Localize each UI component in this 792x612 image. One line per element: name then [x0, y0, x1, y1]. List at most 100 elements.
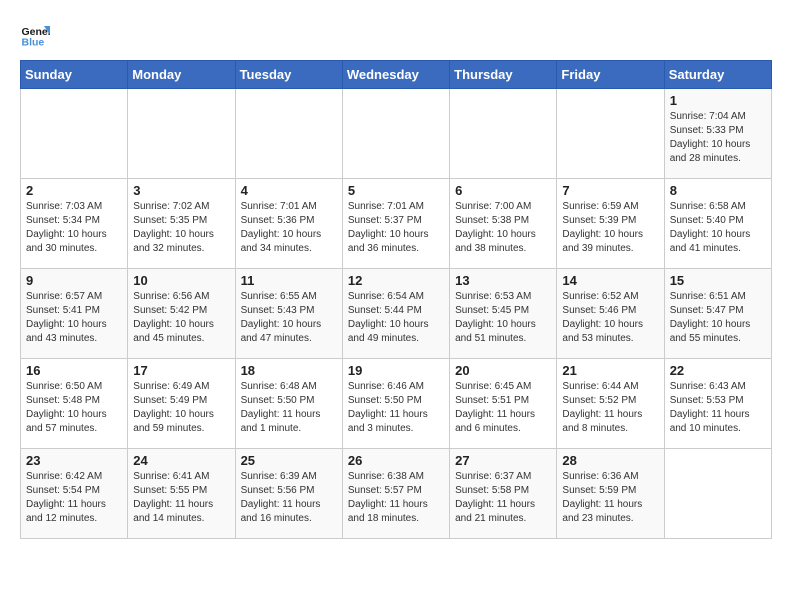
cell-details: Sunrise: 7:01 AM Sunset: 5:36 PM Dayligh…	[241, 200, 337, 256]
day-number: 13	[455, 273, 551, 288]
calendar-cell	[557, 89, 664, 179]
day-number: 3	[133, 183, 229, 198]
calendar-cell: 16 Sunrise: 6:50 AM Sunset: 5:48 PM Dayli…	[21, 359, 128, 449]
calendar-cell: 17 Sunrise: 6:49 AM Sunset: 5:49 PM Dayli…	[128, 359, 235, 449]
week-row-2: 2 Sunrise: 7:03 AM Sunset: 5:34 PM Daylig…	[21, 179, 772, 269]
calendar-cell: 15 Sunrise: 6:51 AM Sunset: 5:47 PM Dayli…	[664, 269, 771, 359]
calendar-cell: 21 Sunrise: 6:44 AM Sunset: 5:52 PM Dayli…	[557, 359, 664, 449]
cell-details: Sunrise: 6:48 AM Sunset: 5:50 PM Dayligh…	[241, 380, 337, 436]
cell-details: Sunrise: 6:52 AM Sunset: 5:46 PM Dayligh…	[562, 290, 658, 346]
day-number: 28	[562, 453, 658, 468]
cell-details: Sunrise: 6:55 AM Sunset: 5:43 PM Dayligh…	[241, 290, 337, 346]
cell-details: Sunrise: 7:01 AM Sunset: 5:37 PM Dayligh…	[348, 200, 444, 256]
calendar-cell	[342, 89, 449, 179]
cell-details: Sunrise: 6:49 AM Sunset: 5:49 PM Dayligh…	[133, 380, 229, 436]
cell-details: Sunrise: 6:41 AM Sunset: 5:55 PM Dayligh…	[133, 470, 229, 526]
calendar-cell: 11 Sunrise: 6:55 AM Sunset: 5:43 PM Dayli…	[235, 269, 342, 359]
calendar-cell: 18 Sunrise: 6:48 AM Sunset: 5:50 PM Dayli…	[235, 359, 342, 449]
cell-details: Sunrise: 6:59 AM Sunset: 5:39 PM Dayligh…	[562, 200, 658, 256]
day-number: 2	[26, 183, 122, 198]
week-row-1: 1Sunrise: 7:04 AM Sunset: 5:33 PM Daylig…	[21, 89, 772, 179]
cell-details: Sunrise: 6:45 AM Sunset: 5:51 PM Dayligh…	[455, 380, 551, 436]
calendar-cell: 25Sunrise: 6:39 AM Sunset: 5:56 PM Dayli…	[235, 449, 342, 539]
day-number: 21	[562, 363, 658, 378]
day-number: 12	[348, 273, 444, 288]
cell-details: Sunrise: 6:36 AM Sunset: 5:59 PM Dayligh…	[562, 470, 658, 526]
calendar-cell: 12Sunrise: 6:54 AM Sunset: 5:44 PM Dayli…	[342, 269, 449, 359]
day-header-sunday: Sunday	[21, 61, 128, 89]
day-number: 7	[562, 183, 658, 198]
day-number: 27	[455, 453, 551, 468]
header: General Blue	[20, 20, 772, 50]
day-header-monday: Monday	[128, 61, 235, 89]
calendar-cell	[664, 449, 771, 539]
cell-details: Sunrise: 7:04 AM Sunset: 5:33 PM Dayligh…	[670, 110, 766, 166]
day-header-tuesday: Tuesday	[235, 61, 342, 89]
week-row-3: 9 Sunrise: 6:57 AM Sunset: 5:41 PM Daylig…	[21, 269, 772, 359]
calendar-cell: 8 Sunrise: 6:58 AM Sunset: 5:40 PM Daylig…	[664, 179, 771, 269]
day-number: 22	[670, 363, 766, 378]
day-number: 24	[133, 453, 229, 468]
cell-details: Sunrise: 6:56 AM Sunset: 5:42 PM Dayligh…	[133, 290, 229, 346]
calendar-cell: 7 Sunrise: 6:59 AM Sunset: 5:39 PM Daylig…	[557, 179, 664, 269]
cell-details: Sunrise: 6:50 AM Sunset: 5:48 PM Dayligh…	[26, 380, 122, 436]
calendar-cell: 1Sunrise: 7:04 AM Sunset: 5:33 PM Daylig…	[664, 89, 771, 179]
cell-details: Sunrise: 6:42 AM Sunset: 5:54 PM Dayligh…	[26, 470, 122, 526]
calendar-cell: 10 Sunrise: 6:56 AM Sunset: 5:42 PM Dayli…	[128, 269, 235, 359]
day-header-saturday: Saturday	[664, 61, 771, 89]
day-number: 25	[241, 453, 337, 468]
svg-text:Blue: Blue	[22, 37, 45, 49]
calendar-cell: 14 Sunrise: 6:52 AM Sunset: 5:46 PM Dayli…	[557, 269, 664, 359]
cell-details: Sunrise: 6:43 AM Sunset: 5:53 PM Dayligh…	[670, 380, 766, 436]
calendar-cell: 23 Sunrise: 6:42 AM Sunset: 5:54 PM Dayli…	[21, 449, 128, 539]
day-header-wednesday: Wednesday	[342, 61, 449, 89]
day-number: 17	[133, 363, 229, 378]
day-number: 15	[670, 273, 766, 288]
cell-details: Sunrise: 6:37 AM Sunset: 5:58 PM Dayligh…	[455, 470, 551, 526]
cell-details: Sunrise: 6:44 AM Sunset: 5:52 PM Dayligh…	[562, 380, 658, 436]
day-number: 5	[348, 183, 444, 198]
day-number: 18	[241, 363, 337, 378]
day-header-thursday: Thursday	[450, 61, 557, 89]
calendar-cell: 3Sunrise: 7:02 AM Sunset: 5:35 PM Daylig…	[128, 179, 235, 269]
cell-details: Sunrise: 7:00 AM Sunset: 5:38 PM Dayligh…	[455, 200, 551, 256]
calendar-cell: 22 Sunrise: 6:43 AM Sunset: 5:53 PM Dayli…	[664, 359, 771, 449]
day-number: 23	[26, 453, 122, 468]
calendar-cell: 13 Sunrise: 6:53 AM Sunset: 5:45 PM Dayli…	[450, 269, 557, 359]
calendar-cell: 5 Sunrise: 7:01 AM Sunset: 5:37 PM Daylig…	[342, 179, 449, 269]
cell-details: Sunrise: 6:46 AM Sunset: 5:50 PM Dayligh…	[348, 380, 444, 436]
calendar-cell	[450, 89, 557, 179]
day-number: 26	[348, 453, 444, 468]
cell-details: Sunrise: 6:51 AM Sunset: 5:47 PM Dayligh…	[670, 290, 766, 346]
calendar-cell: 2 Sunrise: 7:03 AM Sunset: 5:34 PM Daylig…	[21, 179, 128, 269]
day-number: 14	[562, 273, 658, 288]
day-number: 4	[241, 183, 337, 198]
calendar-cell: 4 Sunrise: 7:01 AM Sunset: 5:36 PM Daylig…	[235, 179, 342, 269]
calendar-cell: 6 Sunrise: 7:00 AM Sunset: 5:38 PM Daylig…	[450, 179, 557, 269]
day-header-friday: Friday	[557, 61, 664, 89]
calendar-cell	[128, 89, 235, 179]
logo: General Blue	[20, 20, 50, 50]
day-number: 11	[241, 273, 337, 288]
calendar-cell: 26 Sunrise: 6:38 AM Sunset: 5:57 PM Dayli…	[342, 449, 449, 539]
cell-details: Sunrise: 6:58 AM Sunset: 5:40 PM Dayligh…	[670, 200, 766, 256]
day-number: 16	[26, 363, 122, 378]
cell-details: Sunrise: 6:38 AM Sunset: 5:57 PM Dayligh…	[348, 470, 444, 526]
cell-details: Sunrise: 6:57 AM Sunset: 5:41 PM Dayligh…	[26, 290, 122, 346]
day-number: 6	[455, 183, 551, 198]
calendar-cell: 27 Sunrise: 6:37 AM Sunset: 5:58 PM Dayli…	[450, 449, 557, 539]
calendar-cell	[235, 89, 342, 179]
day-number: 9	[26, 273, 122, 288]
calendar-table: SundayMondayTuesdayWednesdayThursdayFrid…	[20, 60, 772, 539]
cell-details: Sunrise: 7:03 AM Sunset: 5:34 PM Dayligh…	[26, 200, 122, 256]
day-number: 8	[670, 183, 766, 198]
calendar-cell	[21, 89, 128, 179]
calendar-header: SundayMondayTuesdayWednesdayThursdayFrid…	[21, 61, 772, 89]
day-number: 20	[455, 363, 551, 378]
calendar-cell: 9 Sunrise: 6:57 AM Sunset: 5:41 PM Daylig…	[21, 269, 128, 359]
cell-details: Sunrise: 6:53 AM Sunset: 5:45 PM Dayligh…	[455, 290, 551, 346]
day-number: 10	[133, 273, 229, 288]
week-row-5: 23 Sunrise: 6:42 AM Sunset: 5:54 PM Dayli…	[21, 449, 772, 539]
calendar-cell: 24 Sunrise: 6:41 AM Sunset: 5:55 PM Dayli…	[128, 449, 235, 539]
calendar-cell: 28 Sunrise: 6:36 AM Sunset: 5:59 PM Dayli…	[557, 449, 664, 539]
